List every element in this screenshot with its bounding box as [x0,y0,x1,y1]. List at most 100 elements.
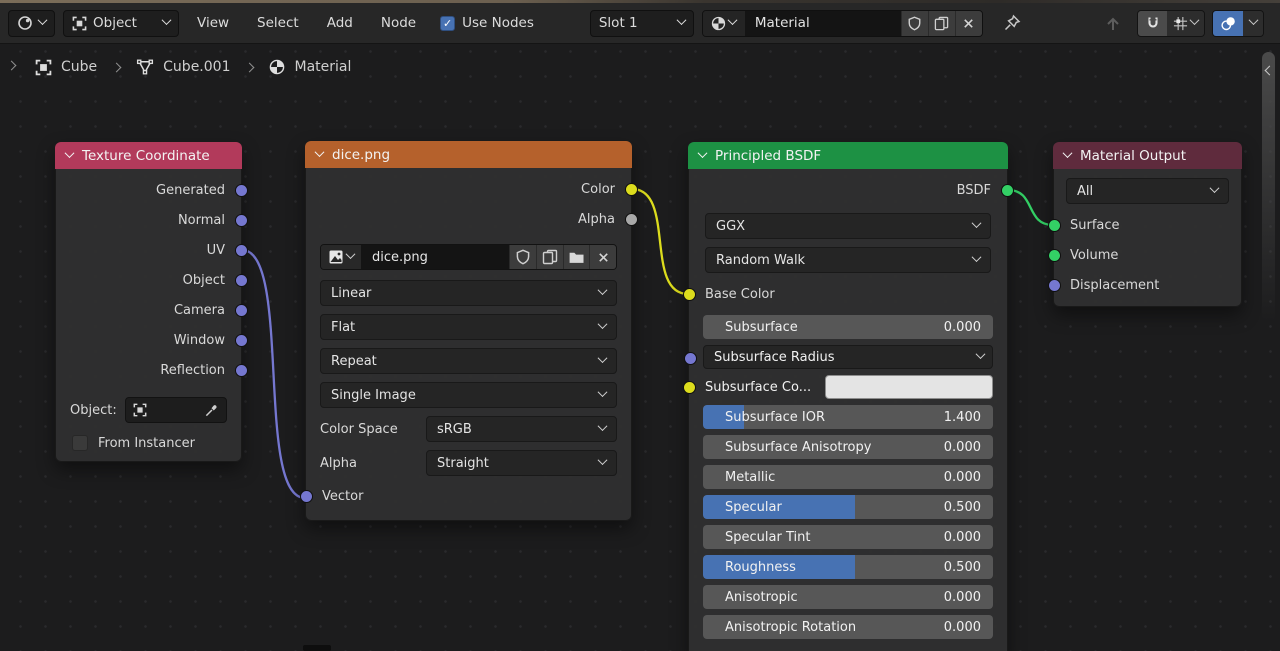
socket-alpha[interactable] [625,213,638,226]
socket-displacement[interactable] [1048,279,1061,292]
link-uv-to-vector [242,250,305,498]
socket-surface[interactable] [1048,219,1061,232]
snap-settings-dropdown[interactable] [1167,11,1204,36]
image-fake-user-button[interactable] [509,245,536,269]
image-name-field[interactable]: dice.png [361,245,509,269]
subsurface-color-swatch[interactable] [825,375,993,399]
overlays-dropdown[interactable] [1243,11,1263,36]
socket-normal[interactable] [235,214,248,227]
breadcrumb-material[interactable]: Material [269,59,351,75]
alpha-mode-dropdown[interactable]: Straight [426,450,617,476]
editor-divider[interactable] [0,0,1280,3]
socket-uv[interactable] [235,244,248,257]
slider-anisotropic-rotation[interactable]: Anisotropic Rotation 0.000 [703,615,993,639]
object-icon [133,403,147,417]
socket-object[interactable] [235,274,248,287]
distribution-dropdown[interactable]: GGX [705,213,991,239]
node-image-texture[interactable]: dice.png Color Alpha dice.png [305,141,632,521]
source-dropdown[interactable]: Single Image [320,382,617,408]
breadcrumb-object[interactable]: Cube [35,59,97,76]
from-instancer-checkbox[interactable] [72,435,88,451]
node-texture-coordinate[interactable]: Texture Coordinate Generated Normal UV O… [55,142,242,462]
slider-metallic[interactable]: Metallic 0.000 [703,465,993,489]
open-image-button[interactable] [563,245,590,269]
collapse-chevron-icon[interactable] [698,148,708,158]
target-dropdown[interactable]: All [1066,178,1229,204]
node-header-image-texture[interactable]: dice.png [305,141,632,168]
socket-reflection[interactable] [235,364,248,377]
menu-add[interactable]: Add [317,11,363,35]
chevron-down-icon [598,387,608,397]
interpolation-dropdown[interactable]: Linear [320,280,617,306]
collapse-chevron-icon[interactable] [315,147,325,157]
menu-select[interactable]: Select [247,11,309,35]
collapsed-node-peek[interactable] [303,645,331,651]
socket-window[interactable] [235,334,248,347]
node-material-output[interactable]: Material Output All Surface Volume Displ… [1053,142,1242,307]
fake-user-button[interactable] [901,11,928,36]
color-space-dropdown[interactable]: sRGB [426,416,617,442]
collapse-chevron-icon[interactable] [65,148,75,158]
node-principled-bsdf[interactable]: Principled BSDF BSDF GGX Random Walk Bas… [688,142,1008,651]
go-to-parent-button[interactable] [1096,10,1130,37]
from-instancer-toggle[interactable]: From Instancer [72,435,227,453]
node-header-principled-bsdf[interactable]: Principled BSDF [688,142,1008,169]
socket-volume[interactable] [1048,249,1061,262]
pin-icon[interactable] [1003,14,1021,32]
slider-subsurface[interactable]: Subsurface 0.000 [703,315,993,339]
slider-roughness[interactable]: Roughness 0.500 [703,555,993,579]
socket-bsdf[interactable] [1001,184,1014,197]
menu-view[interactable]: View [187,11,239,35]
input-socket[interactable] [683,381,696,394]
slider-anisotropic[interactable]: Anisotropic 0.000 [703,585,993,609]
unlink-material-button[interactable] [955,11,982,36]
browse-image-button[interactable] [321,245,361,269]
unlink-image-button[interactable] [589,245,616,269]
breadcrumb-mesh[interactable]: Cube.001 [136,58,230,76]
breadcrumb-collapse-icon[interactable] [7,61,17,71]
new-material-button[interactable] [928,11,955,36]
eyedropper-icon[interactable] [204,403,219,418]
sidebar-toggle[interactable] [1262,52,1275,322]
shader-type-dropdown[interactable]: Object [63,10,179,37]
socket-camera[interactable] [235,304,248,317]
projection-dropdown[interactable]: Flat [320,314,617,340]
slider-specular-tint[interactable]: Specular Tint 0.000 [703,525,993,549]
slot-label: Slot 1 [599,15,638,31]
chevron-down-icon [1248,15,1258,25]
slot-dropdown[interactable]: Slot 1 [590,10,694,37]
use-nodes-checkbox[interactable]: ✓ [440,16,455,31]
editor-type-button[interactable] [8,10,55,37]
dropdown-subsurface-radius[interactable]: Subsurface Radius [703,345,993,369]
principled-parameters: Subsurface 0.000 Subsurface Radius Subsu… [703,315,993,639]
slider-subsurface-ior[interactable]: Subsurface IOR 1.400 [703,405,993,429]
duplicate-image-button[interactable] [536,245,563,269]
use-nodes-toggle[interactable]: ✓ Use Nodes [440,15,534,31]
header-right-tools [1096,10,1264,37]
breadcrumb-material-label: Material [294,59,351,75]
material-icon [711,16,726,31]
back-arrow-icon [1102,12,1124,34]
snap-toggle-button[interactable] [1138,11,1167,36]
node-header-texture-coordinate[interactable]: Texture Coordinate [55,142,242,169]
material-name-field[interactable]: Material [745,11,901,36]
extension-dropdown[interactable]: Repeat [320,348,617,374]
subsurface-method-dropdown[interactable]: Random Walk [705,247,991,273]
overlays-toggle-button[interactable] [1213,11,1243,36]
slider-specular[interactable]: Specular 0.500 [703,495,993,519]
breadcrumb-mesh-label: Cube.001 [163,59,230,75]
input-socket[interactable] [684,352,697,365]
socket-color[interactable] [625,183,638,196]
object-picker-field[interactable] [125,397,227,423]
menu-node[interactable]: Node [371,11,426,35]
slider-subsurface-anisotropy[interactable]: Subsurface Anisotropy 0.000 [703,435,993,459]
chevron-down-icon [346,249,356,259]
collapse-chevron-icon[interactable] [1063,148,1073,158]
browse-material-button[interactable] [703,11,745,36]
socket-base-color[interactable] [683,288,696,301]
node-header-material-output[interactable]: Material Output [1053,142,1242,169]
output-reflection: Reflection [56,355,241,385]
chevron-down-icon [598,285,608,295]
socket-generated[interactable] [235,184,248,197]
socket-vector[interactable] [300,490,313,503]
